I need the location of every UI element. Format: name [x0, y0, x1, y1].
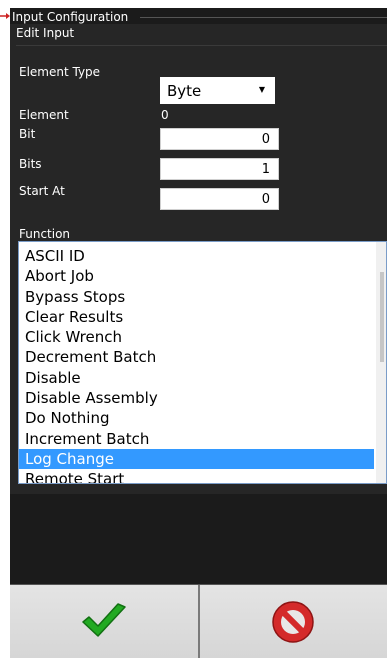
function-item[interactable]: Decrement Batch [19, 347, 374, 367]
edit-input-panel: Edit Input Element Type Byte ▼ Element 0… [10, 24, 387, 494]
list-scrollbar[interactable] [376, 242, 386, 483]
section-divider [16, 45, 387, 46]
empty-area [10, 494, 387, 584]
element-type-select[interactable]: Byte ▼ [160, 77, 275, 104]
function-label: Function [19, 227, 71, 241]
bits-label: Bits [19, 157, 42, 171]
input-configuration-window: Input Configuration Edit Input Element T… [10, 8, 387, 658]
function-listbox[interactable]: ASCII ID Abort Job Bypass Stops Clear Resul… [18, 241, 387, 484]
function-item[interactable]: Remote Start [19, 469, 374, 483]
function-item[interactable]: Do Nothing [19, 408, 374, 428]
title-divider [140, 17, 387, 18]
function-item[interactable]: Abort Job [19, 266, 374, 286]
function-item[interactable]: Clear Results [19, 307, 374, 327]
no-entry-icon [272, 600, 314, 643]
pointer-arrow-icon [0, 13, 10, 19]
window-title: Input Configuration [12, 10, 133, 24]
function-list: ASCII ID Abort Job Bypass Stops Clear Resul… [19, 246, 374, 483]
element-label: Element [19, 108, 69, 122]
section-title: Edit Input [16, 26, 75, 40]
function-item[interactable]: Click Wrench [19, 327, 374, 347]
accept-button[interactable] [10, 585, 200, 658]
bits-input[interactable]: 1 [160, 158, 279, 180]
function-item[interactable]: Disable Assembly [19, 388, 374, 408]
button-bar [10, 584, 387, 658]
function-item[interactable]: Increment Batch [19, 429, 374, 449]
element-type-value: Byte [167, 82, 202, 100]
element-type-label: Element Type [19, 65, 101, 79]
function-item[interactable]: Bypass Stops [19, 287, 374, 307]
bit-label: Bit [19, 127, 36, 141]
start-at-label: Start At [19, 184, 65, 198]
element-value: 0 [161, 108, 169, 122]
cancel-button[interactable] [199, 585, 387, 658]
function-item[interactable]: Disable [19, 368, 374, 388]
dropdown-caret-icon: ▼ [258, 85, 265, 94]
checkmark-icon [82, 602, 126, 637]
bit-input[interactable]: 0 [160, 128, 279, 150]
list-scroll-thumb[interactable] [380, 272, 384, 362]
start-at-input[interactable]: 0 [160, 188, 279, 210]
function-item[interactable]: ASCII ID [19, 246, 374, 266]
function-item-selected[interactable]: Log Change [19, 448, 374, 470]
